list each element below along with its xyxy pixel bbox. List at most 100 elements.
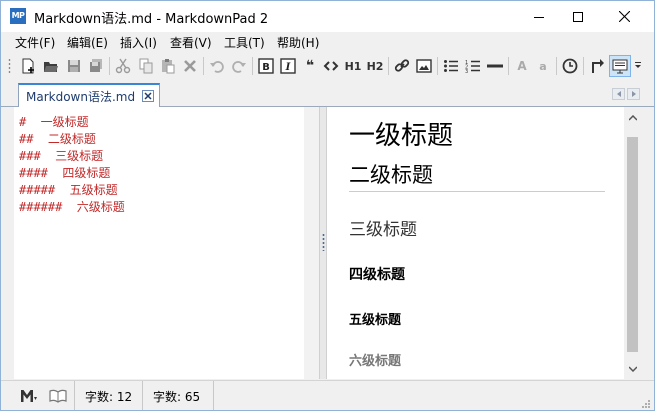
horizontal-rule-icon — [487, 64, 503, 68]
toolbar-separator — [508, 57, 509, 75]
bullet-list-button[interactable] — [441, 56, 461, 76]
toolbar-grip[interactable] — [8, 58, 11, 74]
char-count-cell: 字数: 65 — [142, 381, 214, 410]
close-icon — [618, 11, 630, 22]
font-smaller-button[interactable]: a — [533, 56, 553, 76]
delete-x-icon — [184, 60, 196, 72]
italic-button[interactable]: I — [278, 56, 298, 76]
paste-icon — [162, 59, 175, 74]
numbered-list-button[interactable]: 123 — [463, 56, 483, 76]
bullet-list-icon — [444, 60, 458, 72]
char-count: 字数: 65 — [153, 389, 201, 404]
chevron-down-icon — [635, 62, 641, 68]
link-button[interactable] — [392, 56, 412, 76]
save-button[interactable] — [64, 56, 84, 76]
font-smaller-icon: a — [539, 59, 547, 73]
pane-splitter[interactable] — [319, 107, 327, 379]
scroll-down-button[interactable] — [624, 360, 641, 377]
toolbar-separator — [109, 57, 110, 75]
cut-button[interactable] — [113, 56, 133, 76]
resize-grip-icon[interactable] — [641, 399, 651, 409]
preview-scroll-thumb[interactable] — [627, 137, 638, 352]
menu-file[interactable]: 文件(F) — [15, 34, 55, 51]
toolbar-separator — [437, 57, 438, 75]
paste-button[interactable] — [158, 56, 178, 76]
word-count-cell: 字数: 12 — [74, 381, 142, 410]
folder-open-icon — [44, 62, 58, 72]
status-bar: 字数: 12 字数: 65 — [1, 380, 654, 410]
chevron-right-icon — [631, 91, 636, 97]
close-button[interactable] — [601, 1, 647, 32]
copy-icon — [139, 58, 153, 74]
preview-heading-3: 三级标题 — [349, 220, 417, 240]
timestamp-button[interactable] — [560, 56, 580, 76]
menu-help[interactable]: 帮助(H) — [277, 34, 319, 51]
window-title: Markdown语法.md - MarkdownPad 2 — [34, 12, 269, 27]
save-all-button[interactable] — [86, 56, 106, 76]
quote-button[interactable]: ❝ — [300, 56, 320, 76]
preview-icon — [612, 59, 628, 74]
open-file-button[interactable] — [41, 56, 61, 76]
undo-button[interactable] — [207, 56, 227, 76]
scroll-up-button[interactable] — [624, 109, 641, 126]
toolbar-separator — [556, 57, 557, 75]
menu-view[interactable]: 查看(V) — [170, 34, 212, 51]
live-preview-toggle[interactable] — [609, 55, 631, 77]
bold-button[interactable]: B — [256, 56, 276, 76]
menu-insert[interactable]: 插入(I) — [120, 34, 157, 51]
tab-scroll-left-button[interactable] — [612, 88, 625, 100]
chevron-down-icon — [628, 365, 637, 372]
minimize-icon — [534, 16, 544, 18]
font-larger-icon: A — [517, 59, 527, 73]
editor-line: ## 二级标题 — [19, 132, 96, 146]
italic-icon: I — [280, 58, 296, 74]
copy-button[interactable] — [136, 56, 156, 76]
title-bar: MP Markdown语法.md - MarkdownPad 2 — [1, 1, 654, 32]
code-brackets-icon — [323, 61, 339, 71]
save-icon — [68, 60, 80, 72]
editor-line: #### 四级标题 — [19, 166, 111, 180]
preview-heading-1: 一级标题 — [349, 121, 454, 151]
swap-panes-button[interactable] — [587, 56, 607, 76]
tab-document[interactable]: Markdown语法.md — [18, 83, 160, 107]
maximize-button[interactable] — [555, 1, 601, 32]
editor-scrollbar[interactable] — [304, 107, 319, 379]
scissors-icon — [115, 58, 131, 74]
editor-line: ###### 六级标题 — [19, 200, 125, 214]
new-file-button[interactable] — [18, 56, 38, 76]
preview-scrollbar[interactable] — [624, 107, 641, 379]
image-icon — [416, 59, 432, 73]
horizontal-rule-button[interactable] — [485, 56, 505, 76]
reading-mode-button[interactable] — [49, 387, 67, 405]
quote-icon: ❝ — [305, 58, 315, 74]
redo-button[interactable] — [229, 56, 249, 76]
code-button[interactable] — [321, 56, 341, 76]
toolbar-separator — [203, 57, 204, 75]
book-icon — [49, 389, 67, 403]
font-larger-button[interactable]: A — [512, 56, 532, 76]
delete-button[interactable] — [180, 56, 200, 76]
close-icon — [142, 90, 154, 102]
toolbar-separator — [583, 57, 584, 75]
image-button[interactable] — [414, 56, 434, 76]
menu-tools[interactable]: 工具(T) — [224, 34, 265, 51]
toolbar-overflow-button[interactable] — [633, 56, 643, 76]
splitter-grip-icon — [322, 233, 325, 251]
svg-text:B: B — [262, 62, 270, 73]
tab-scroll-right-button[interactable] — [627, 88, 640, 100]
heading1-button[interactable]: H1 — [342, 56, 364, 76]
redo-icon — [232, 61, 246, 73]
clock-icon — [562, 58, 578, 74]
markdown-editor[interactable]: # 一级标题 ## 二级标题 ### 三级标题 #### 四级标题 ##### … — [14, 107, 304, 379]
heading2-button[interactable]: H2 — [364, 56, 386, 76]
new-file-icon — [22, 58, 34, 74]
editor-line: ##### 五级标题 — [19, 183, 118, 197]
markdown-mode-button[interactable] — [20, 387, 38, 405]
tab-close-button[interactable] — [142, 90, 154, 102]
preview-heading-rule — [349, 191, 605, 192]
svg-text:3: 3 — [465, 69, 468, 74]
editor-line: # 一级标题 — [19, 115, 89, 129]
menu-edit[interactable]: 编辑(E) — [67, 34, 108, 51]
preview-heading-4: 四级标题 — [349, 267, 405, 283]
maximize-icon — [573, 11, 583, 22]
